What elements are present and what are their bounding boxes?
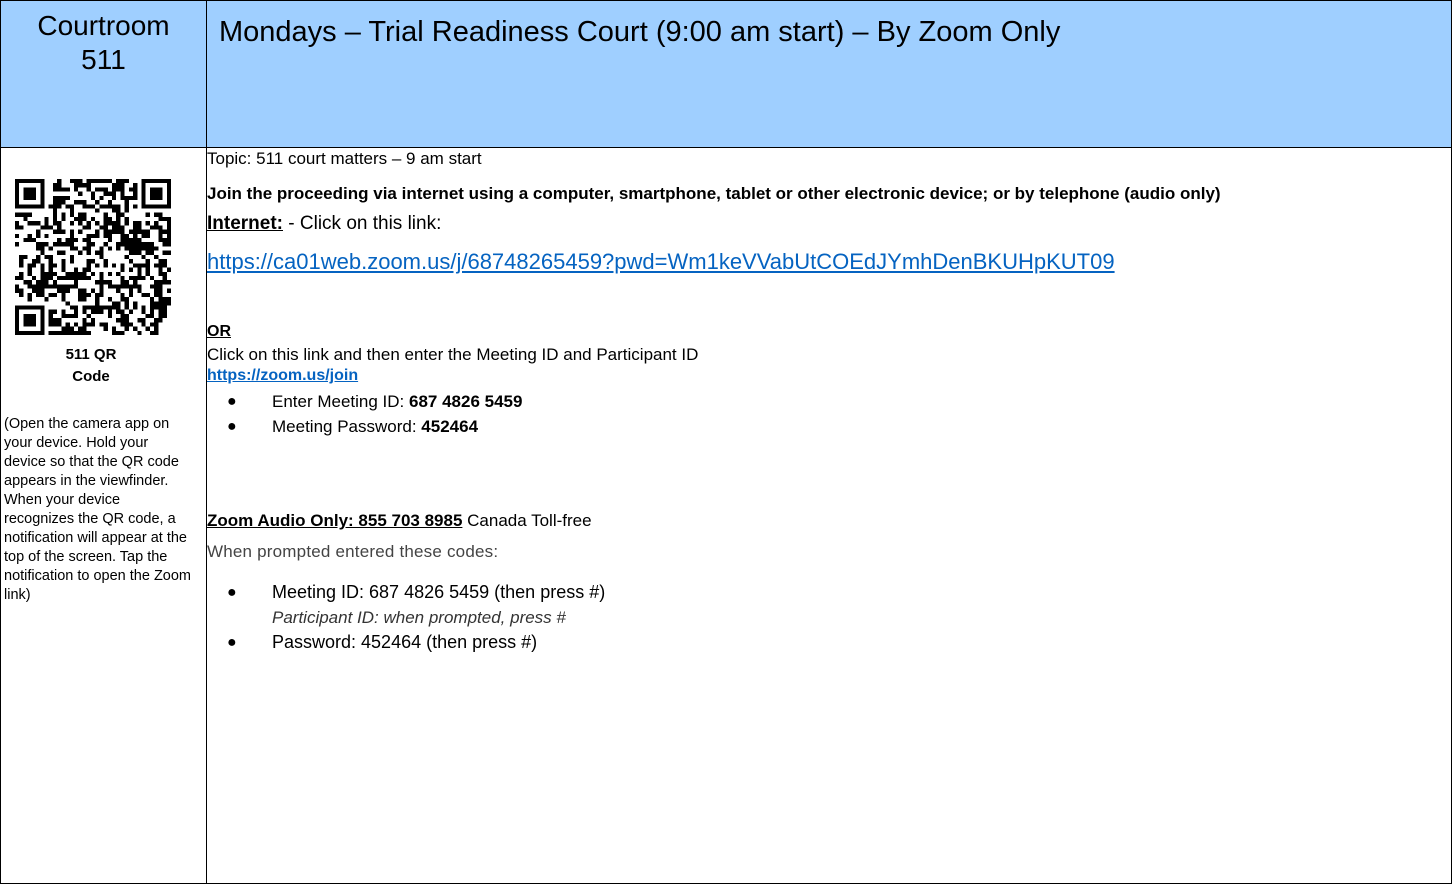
participant-id-note: Participant ID: when prompted, press #: [272, 608, 566, 627]
page-title: Mondays – Trial Readiness Court (9:00 am…: [219, 16, 1061, 48]
bullet-icon: ●: [227, 584, 237, 601]
courtroom-number: 511: [81, 44, 126, 75]
audio-password: Password: 452464 (then press #): [272, 632, 538, 652]
meeting-password-value: 452464: [421, 417, 479, 436]
bullet-icon: ●: [227, 634, 237, 651]
topic-line: Topic: 511 court matters – 9 am start: [207, 149, 482, 168]
courtroom-table: Courtroom 511 Mondays – Trial Readiness …: [0, 0, 1452, 884]
courtroom-label: Courtroom 511: [1, 1, 206, 77]
zoom-meeting-link[interactable]: https://ca01web.zoom.us/j/68748265459?pw…: [207, 248, 1451, 276]
qr-caption-line-1: 511 QR: [65, 346, 117, 363]
audio-meeting-id: Meeting ID: 687 4826 5459 (then press #): [272, 582, 606, 602]
qr-code-icon: [15, 179, 171, 335]
internet-line: Internet: - Click on this link:: [207, 212, 1451, 236]
internet-text: - Click on this link:: [283, 213, 442, 234]
audio-only-line: Zoom Audio Only: 855 703 8985 Canada Tol…: [207, 510, 1451, 532]
qr-caption-line-2: Code: [72, 368, 110, 385]
or-label: OR: [207, 323, 231, 340]
meeting-details-list: ● Enter Meeting ID: 687 4826 5459 ● Meetin…: [207, 389, 1451, 439]
prompted-text: When prompted entered these codes:: [207, 542, 499, 561]
list-item: ● Enter Meeting ID: 687 4826 5459: [227, 389, 1451, 414]
qr-caption: 511 QR Code: [1, 344, 181, 388]
zoom-join-link[interactable]: https://zoom.us/join: [207, 366, 1451, 386]
click-instructions: Click on this link and then enter the Me…: [207, 345, 699, 364]
bullet-icon: ●: [227, 393, 237, 410]
bullet-icon: ●: [227, 418, 237, 435]
details-cell: Topic: 511 court matters – 9 am start Jo…: [206, 147, 1452, 884]
join-instructions: Join the proceeding via internet using a…: [207, 184, 1221, 203]
meeting-id-label: Enter Meeting ID:: [272, 392, 410, 411]
qr-column: 511 QR Code (Open the camera app on your…: [0, 147, 207, 884]
audio-only-label: Zoom Audio Only: 855 703 8985: [207, 511, 463, 530]
list-item: ● Password: 452464 (then press #): [227, 630, 1451, 655]
meeting-password-label: Meeting Password:: [272, 417, 422, 436]
list-item: ● Meeting Password: 452464: [227, 414, 1451, 439]
audio-only-text: Canada Toll-free: [462, 511, 592, 530]
qr-instructions: (Open the camera app on your device. Hol…: [4, 416, 192, 603]
title-header-cell: Mondays – Trial Readiness Court (9:00 am…: [206, 0, 1452, 148]
meeting-id-value: 687 4826 5459: [409, 392, 523, 411]
audio-codes-list: ● Meeting ID: 687 4826 5459 (then press #…: [207, 580, 1451, 655]
list-item: ● Meeting ID: 687 4826 5459 (then press #…: [227, 580, 1451, 630]
courtroom-header-cell: Courtroom 511: [0, 0, 207, 148]
internet-label: Internet:: [207, 213, 283, 234]
courtroom-line-1: Courtroom: [37, 10, 170, 41]
